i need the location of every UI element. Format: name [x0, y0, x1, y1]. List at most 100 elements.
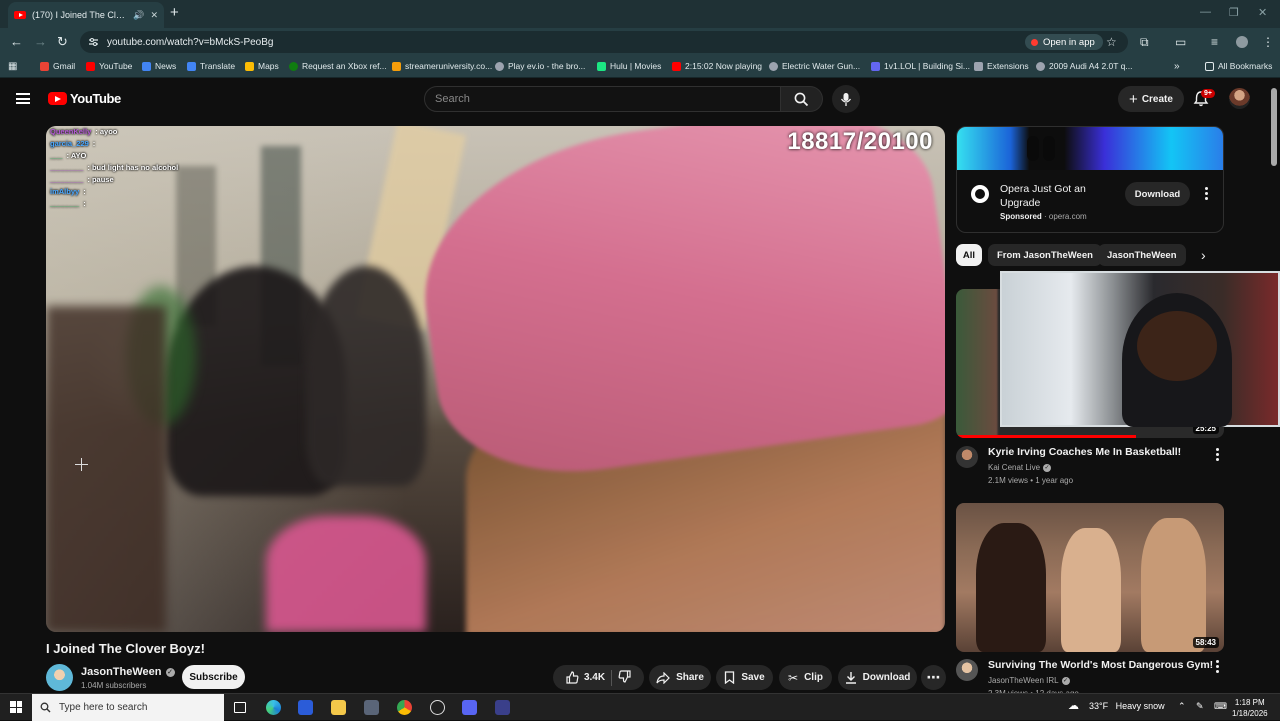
dislike-button[interactable] — [618, 669, 631, 686]
media-controls-icon[interactable]: ▭ — [1175, 35, 1186, 49]
create-button[interactable]: + Create — [1118, 86, 1184, 112]
open-in-app-button[interactable]: Open in app — [1025, 34, 1103, 50]
chip-channel[interactable]: JasonTheWeen — [1098, 244, 1186, 266]
ad-download-button[interactable]: Download — [1125, 182, 1190, 206]
system-clock[interactable]: 1:18 PM 1/18/2026 — [1232, 697, 1268, 719]
all-bookmarks-button[interactable]: All Bookmarks — [1205, 61, 1272, 71]
translate-icon — [187, 61, 196, 71]
address-bar[interactable]: youtube.com/watch?v=bMckS-PeoBg — [80, 31, 1128, 53]
youtube-logo-icon — [48, 92, 67, 105]
recommendation-thumbnail[interactable]: 58:43 — [956, 503, 1224, 652]
extensions-icon[interactable]: ⧉ — [1140, 35, 1149, 50]
bookmark-star-icon[interactable]: ☆ — [1106, 35, 1117, 49]
file-explorer-icon[interactable] — [331, 700, 346, 715]
account-avatar[interactable] — [1229, 88, 1250, 109]
bookmark-item[interactable]: Translate — [187, 61, 235, 71]
clock-time: 1:18 PM — [1234, 698, 1265, 707]
close-window-icon[interactable]: ✕ — [1258, 6, 1267, 19]
back-icon[interactable]: ← — [10, 34, 23, 49]
download-button[interactable]: Download — [838, 665, 917, 690]
bookmark-item[interactable]: Maps — [245, 61, 279, 71]
bookmark-item[interactable]: 2:15:02 Now playing — [672, 61, 762, 71]
keyboard-icon[interactable]: ⌨ — [1214, 701, 1227, 712]
pen-icon[interactable]: ✎ — [1196, 701, 1204, 712]
chat-message: imAlbyy: — [50, 187, 86, 196]
news-icon — [142, 61, 151, 71]
channel-name[interactable]: JasonTheWeen ✓ — [81, 666, 175, 678]
channel-avatar[interactable] — [46, 664, 73, 691]
task-view-icon[interactable] — [234, 702, 246, 713]
weather-widget[interactable]: 33°F Heavy snow — [1089, 701, 1165, 711]
globe-icon — [495, 61, 504, 71]
browser-tab[interactable]: (170) I Joined The Clover Boyz! 🔊 ✕ — [8, 2, 164, 28]
restore-icon[interactable]: ❐ — [1229, 6, 1239, 19]
channel-avatar[interactable] — [956, 659, 978, 681]
reading-list-icon[interactable]: ≡ — [1211, 35, 1218, 49]
subscribe-button[interactable]: Subscribe — [182, 665, 245, 689]
app-icon[interactable] — [495, 700, 510, 715]
bookmark-item[interactable]: YouTube — [86, 61, 132, 71]
like-button[interactable]: 3.4K — [566, 671, 605, 684]
recommendation-title[interactable]: Kyrie Irving Coaches Me In Basketball! — [988, 446, 1181, 458]
recommendation-more-icon[interactable] — [1216, 448, 1219, 461]
speaker-icon[interactable]: 🔊 — [133, 10, 144, 21]
minimize-icon[interactable]: — — [1200, 6, 1211, 18]
bookmark-item[interactable]: News — [142, 61, 176, 71]
more-bookmarks-icon[interactable]: » — [1174, 61, 1180, 72]
ad-more-icon[interactable] — [1205, 187, 1208, 200]
new-tab-button[interactable]: + — [170, 5, 179, 21]
chrome-icon[interactable] — [397, 700, 412, 715]
save-button[interactable]: Save — [716, 665, 773, 690]
search-button[interactable] — [781, 86, 823, 112]
steam-icon[interactable] — [430, 700, 445, 715]
chat-message: ___: AYO — [50, 151, 87, 160]
ad-meta: Sponsored · opera.com — [1000, 212, 1087, 221]
channel-avatar[interactable] — [956, 446, 978, 468]
windows-start-icon[interactable] — [10, 701, 22, 713]
edge-icon[interactable] — [266, 700, 281, 715]
bookmark-item[interactable]: Play ev.io - the bro... — [495, 61, 585, 71]
youtube-logo[interactable]: YouTube — [48, 91, 121, 106]
recommendation-more-icon[interactable] — [1216, 660, 1219, 673]
verified-icon: ✓ — [1043, 463, 1052, 472]
bookmark-item[interactable]: Extensions — [974, 61, 1029, 71]
tray-chevron-up-icon[interactable]: ⌃ — [1178, 701, 1186, 712]
bookmark-item[interactable]: Hulu | Movies — [597, 61, 661, 71]
apps-grid-icon[interactable]: ▦ — [8, 61, 17, 72]
ad-card[interactable]: Opera Just Got an Upgrade Sponsored · op… — [956, 126, 1224, 233]
profile-avatar[interactable] — [1236, 36, 1248, 48]
share-button[interactable]: Share — [649, 665, 711, 690]
clip-button[interactable]: ✂ Clip — [779, 665, 832, 690]
menu-icon[interactable] — [16, 93, 30, 104]
forward-icon[interactable]: → — [34, 34, 47, 49]
bookmark-item[interactable]: Request an Xbox ref... — [289, 61, 387, 71]
chevron-right-icon[interactable]: › — [1201, 247, 1206, 263]
site-info-icon[interactable] — [88, 37, 99, 47]
chrome-menu-icon[interactable]: ⋮ — [1262, 35, 1274, 49]
video-player[interactable]: QueenKelly: ayoo garcia_229: ___: AYO __… — [46, 126, 945, 632]
recommendation-title[interactable]: Surviving The World's Most Dangerous Gym… — [988, 659, 1213, 671]
more-actions-button[interactable]: ⋯ — [921, 665, 946, 690]
reload-icon[interactable]: ↻ — [57, 34, 68, 50]
bookmark-label: Hulu | Movies — [610, 61, 662, 71]
discord-icon[interactable] — [462, 700, 477, 715]
word-icon[interactable] — [298, 700, 313, 715]
taskbar-search-box[interactable]: Type here to search — [32, 694, 224, 721]
store-icon[interactable] — [364, 700, 379, 715]
recommendation-channel[interactable]: Kai Cenat Live — [988, 461, 1040, 474]
close-tab-icon[interactable]: ✕ — [150, 10, 158, 21]
recommendation-channel[interactable]: JasonTheWeen IRL — [988, 674, 1059, 687]
folder-icon — [1205, 61, 1214, 71]
bookmark-item[interactable]: Electric Water Gun... — [769, 61, 860, 71]
voice-search-button[interactable] — [832, 85, 860, 113]
bookmark-item[interactable]: Gmail — [40, 61, 75, 71]
all-bookmarks-label: All Bookmarks — [1218, 61, 1273, 71]
bookmark-item[interactable]: 2009 Audi A4 2.0T q... — [1036, 61, 1133, 71]
search-input[interactable] — [424, 86, 781, 112]
chip-all[interactable]: All — [956, 244, 982, 266]
bookmark-item[interactable]: 1v1.LOL | Building Si... — [871, 61, 970, 71]
chip-from-channel[interactable]: From JasonTheWeen — [988, 244, 1102, 266]
page-scrollbar[interactable] — [1271, 88, 1277, 166]
verified-icon: ✓ — [165, 667, 175, 677]
bookmark-item[interactable]: streameruniversity.co... — [392, 61, 492, 71]
